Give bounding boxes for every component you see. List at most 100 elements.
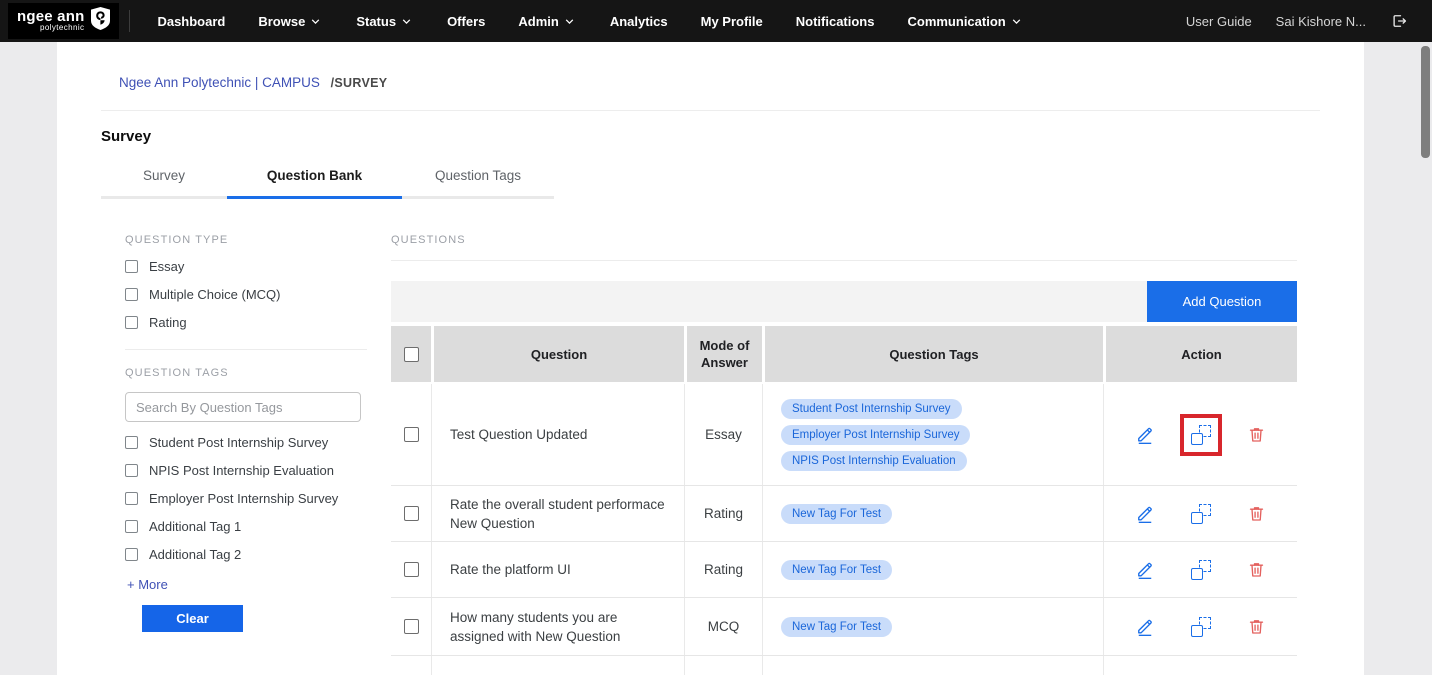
row-checkbox[interactable] xyxy=(404,562,419,577)
checkbox[interactable] xyxy=(125,464,138,477)
delete-icon[interactable] xyxy=(1246,559,1268,581)
page-scrollbar-thumb[interactable] xyxy=(1421,46,1430,158)
copy-icon[interactable] xyxy=(1190,559,1212,581)
checkbox[interactable] xyxy=(125,492,138,505)
filters-sidebar: QUESTION TYPE EssayMultiple Choice (MCQ)… xyxy=(101,234,391,675)
filter-tag-npis-post-internship-evaluation[interactable]: NPIS Post Internship Evaluation xyxy=(125,463,391,478)
filter-tag-additional-tag-1[interactable]: Additional Tag 1 xyxy=(125,519,391,534)
question-tag-pill: Student Post Internship Survey xyxy=(781,399,962,419)
checkbox[interactable] xyxy=(125,260,138,273)
tab-survey[interactable]: Survey xyxy=(101,158,227,199)
user-name[interactable]: Sai Kishore N... xyxy=(1276,14,1366,29)
logo-line1: ngee ann xyxy=(17,10,84,24)
checkbox-label: Additional Tag 2 xyxy=(149,547,241,562)
question-tag-pill: NPIS Post Internship Evaluation xyxy=(781,451,967,471)
navbar-right: User Guide Sai Kishore N... xyxy=(1186,12,1408,30)
delete-icon[interactable] xyxy=(1246,503,1268,525)
copy-icon[interactable] xyxy=(1190,616,1212,638)
brand-logo[interactable]: ngee ann polytechnic xyxy=(8,3,119,39)
checkbox-label: Employer Post Internship Survey xyxy=(149,491,338,506)
question-tags-cell: New Tag For Test xyxy=(762,542,1103,597)
nav-item-dashboard[interactable]: Dashboard xyxy=(157,14,225,29)
nav-item-my-profile[interactable]: My Profile xyxy=(701,14,763,29)
delete-icon[interactable] xyxy=(1246,424,1268,446)
checkbox-label: NPIS Post Internship Evaluation xyxy=(149,463,334,478)
question-tag-pill: Employer Post Internship Survey xyxy=(781,425,970,445)
nav-item-admin[interactable]: Admin xyxy=(518,14,576,29)
add-question-button[interactable]: Add Question xyxy=(1147,281,1297,322)
nav-item-communication[interactable]: Communication xyxy=(907,14,1023,29)
action-cell xyxy=(1103,384,1297,485)
mode-of-answer-cell: Rating xyxy=(684,542,762,597)
filter-type-essay[interactable]: Essay xyxy=(125,259,391,274)
nav-item-label: Analytics xyxy=(610,14,668,29)
nav-item-status[interactable]: Status xyxy=(356,14,414,29)
table-body: Test Question UpdatedEssayStudent Post I… xyxy=(391,384,1297,675)
questions-label: QUESTIONS xyxy=(391,234,1320,246)
copy-icon[interactable] xyxy=(1190,424,1212,446)
mode-of-answer-cell: MCQ xyxy=(684,656,762,675)
nav-item-label: Communication xyxy=(907,14,1005,29)
nav-item-browse[interactable]: Browse xyxy=(258,14,323,29)
more-link[interactable]: + More xyxy=(127,577,168,592)
nav-item-offers[interactable]: Offers xyxy=(447,14,485,29)
tab-question-bank[interactable]: Question Bank xyxy=(227,158,402,199)
checkbox[interactable] xyxy=(125,520,138,533)
copy-icon-glyph xyxy=(1191,504,1211,524)
nav-item-analytics[interactable]: Analytics xyxy=(610,14,668,29)
column-header-question: Question xyxy=(431,326,684,382)
filter-tag-employer-post-internship-survey[interactable]: Employer Post Internship Survey xyxy=(125,491,391,506)
column-header-question-tags: Question Tags xyxy=(762,326,1103,382)
row-checkbox[interactable] xyxy=(404,619,419,634)
filter-tag-additional-tag-2[interactable]: Additional Tag 2 xyxy=(125,547,391,562)
select-all-checkbox[interactable] xyxy=(404,347,419,362)
checkbox[interactable] xyxy=(125,548,138,561)
checkbox[interactable] xyxy=(125,288,138,301)
brand-logo-text: ngee ann polytechnic xyxy=(17,10,84,32)
checkbox[interactable] xyxy=(125,436,138,449)
logout-icon[interactable] xyxy=(1390,12,1408,30)
breadcrumb-link[interactable]: Ngee Ann Polytechnic | CAMPUS xyxy=(119,75,320,90)
question-tag-pill: New Tag For Test xyxy=(781,617,892,637)
shield-emblem-icon xyxy=(91,7,110,35)
nav-item-label: My Profile xyxy=(701,14,763,29)
navbar-menu: Dashboard Browse Status Offers Admin Analytic… xyxy=(157,14,1023,29)
checkbox[interactable] xyxy=(125,316,138,329)
tab-question-tags[interactable]: Question Tags xyxy=(402,158,554,199)
delete-icon[interactable] xyxy=(1246,616,1268,638)
copy-icon-glyph xyxy=(1191,560,1211,580)
logo-line2: polytechnic xyxy=(17,24,84,32)
nav-item-label: Offers xyxy=(447,14,485,29)
question-cell: How many students you are assigned with … xyxy=(431,598,684,655)
filter-type-rating[interactable]: Rating xyxy=(125,315,391,330)
column-header-mode-of-answer: Mode of Answer xyxy=(684,326,762,382)
nav-item-notifications[interactable]: Notifications xyxy=(796,14,875,29)
edit-icon[interactable] xyxy=(1134,424,1156,446)
nav-item-label: Notifications xyxy=(796,14,875,29)
copy-icon[interactable] xyxy=(1190,503,1212,525)
action-cell xyxy=(1103,486,1297,541)
edit-icon[interactable] xyxy=(1134,559,1156,581)
row-checkbox[interactable] xyxy=(404,427,419,442)
question-cell: Rate the overall student performace New … xyxy=(431,486,684,541)
question-tag-pill: New Tag For Test xyxy=(781,560,892,580)
question-tags-label: QUESTION TAGS xyxy=(125,367,391,379)
row-select-cell xyxy=(391,542,431,597)
clear-button[interactable]: Clear xyxy=(142,605,243,632)
copy-front-square xyxy=(1191,512,1203,524)
filter-type-multiple-choice-mcq-[interactable]: Multiple Choice (MCQ) xyxy=(125,287,391,302)
edit-icon[interactable] xyxy=(1134,503,1156,525)
edit-icon[interactable] xyxy=(1134,616,1156,638)
table-row: Test Question UpdatedEssayStudent Post I… xyxy=(391,384,1297,486)
nav-item-label: Status xyxy=(356,14,396,29)
action-cell xyxy=(1103,542,1297,597)
row-checkbox[interactable] xyxy=(404,506,419,521)
row-select-cell xyxy=(391,486,431,541)
checkbox-label: Additional Tag 1 xyxy=(149,519,241,534)
nav-item-label: Admin xyxy=(518,14,558,29)
search-question-tags-input[interactable] xyxy=(125,392,361,422)
content-row: QUESTION TYPE EssayMultiple Choice (MCQ)… xyxy=(101,234,1320,675)
chevron-down-icon xyxy=(1009,14,1024,29)
user-guide-link[interactable]: User Guide xyxy=(1186,14,1252,29)
filter-tag-student-post-internship-survey[interactable]: Student Post Internship Survey xyxy=(125,435,391,450)
